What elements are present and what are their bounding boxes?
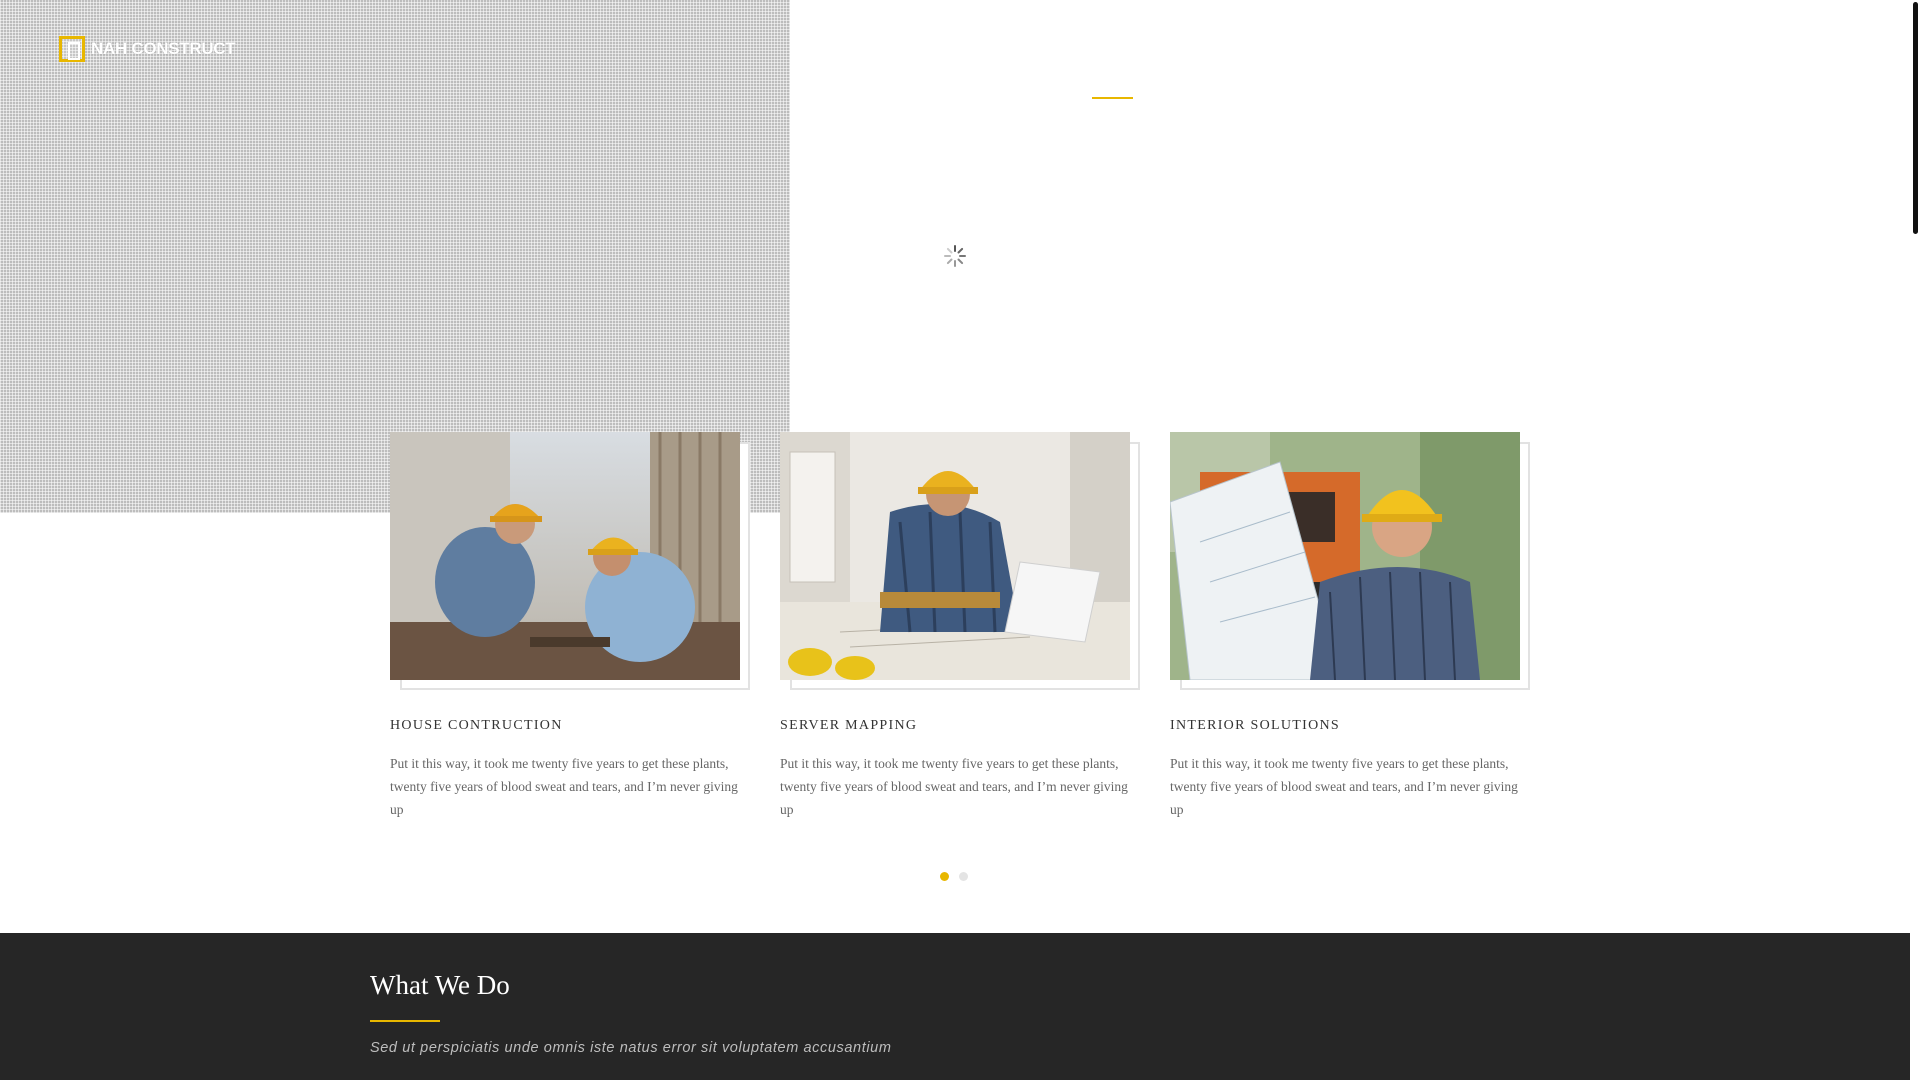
service-description: Put it this way, it took me twenty five …: [780, 756, 1128, 817]
section-title: What We Do: [370, 970, 510, 1000]
service-title: SERVER MAPPING: [780, 718, 918, 733]
workers-at-site-photo[interactable]: [390, 432, 740, 680]
active-nav-indicator: [1092, 97, 1133, 99]
page: NAH CONSTRUCT HOUSE CONTRUCTION Put it t…: [0, 0, 1910, 1080]
service-description: Put it this way, it took me twenty five …: [1170, 756, 1518, 817]
service-title: HOUSE CONTRUCTION: [390, 718, 563, 733]
loading-spinner-icon: [944, 245, 966, 267]
vertical-scrollbar[interactable]: [1910, 0, 1920, 1080]
service-card[interactable]: SERVER MAPPING Put it this way, it took …: [780, 432, 1140, 817]
engineer-with-laptop-photo[interactable]: [780, 432, 1130, 680]
scrollbar-thumb[interactable]: [1913, 2, 1918, 234]
service-card[interactable]: HOUSE CONTRUCTION Put it this way, it to…: [390, 432, 750, 817]
service-card[interactable]: INTERIOR SOLUTIONS Put it this way, it t…: [1170, 432, 1530, 817]
carousel-pagination: [940, 872, 968, 881]
what-we-do-section: What We Do Sed ut perspiciatis unde omni…: [0, 933, 1910, 1080]
building-square-icon: [59, 36, 85, 62]
worker-with-blueprint-photo[interactable]: [1170, 432, 1520, 680]
carousel-dot-2[interactable]: [959, 872, 968, 881]
logo-text: NAH CONSTRUCT: [91, 39, 236, 58]
section-subtitle: Sed ut perspiciatis unde omnis iste natu…: [370, 1040, 892, 1056]
site-logo[interactable]: NAH CONSTRUCT: [59, 36, 236, 62]
carousel-dot-1[interactable]: [940, 872, 949, 881]
service-title: INTERIOR SOLUTIONS: [1170, 718, 1341, 733]
service-description: Put it this way, it took me twenty five …: [390, 756, 738, 817]
section-title-underline: [370, 1020, 440, 1022]
